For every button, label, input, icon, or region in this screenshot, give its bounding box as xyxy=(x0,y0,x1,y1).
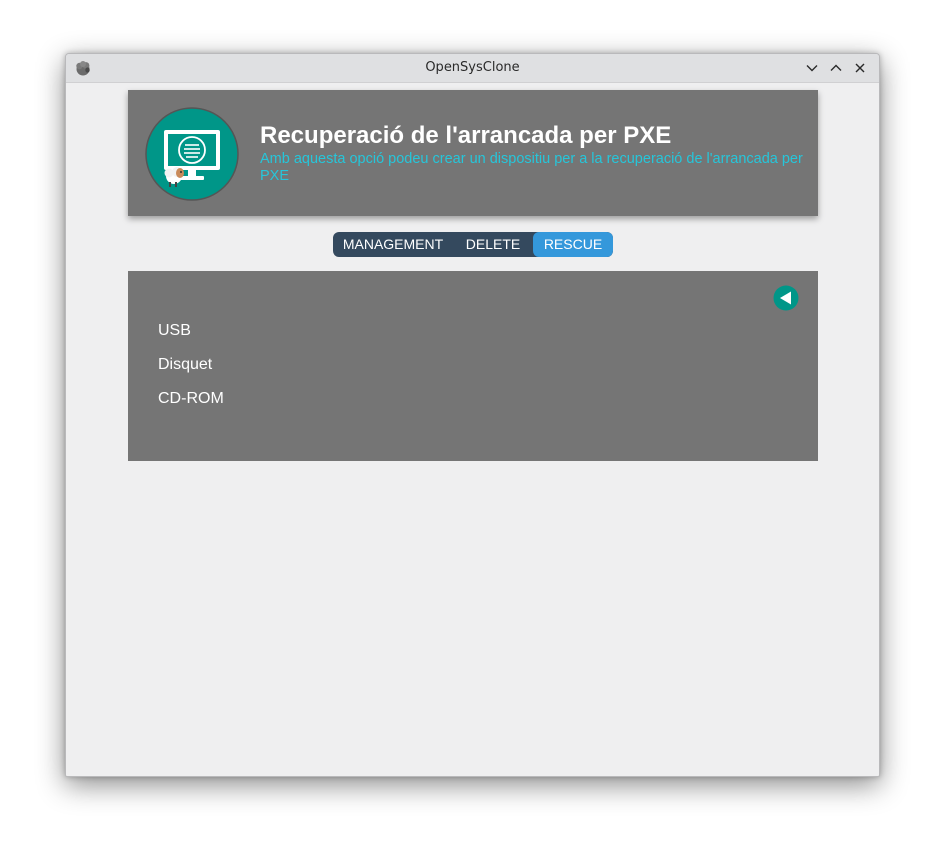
app-window: OpenSysClone Recuperació de l'arrancada … xyxy=(65,53,880,777)
chevron-down-icon[interactable] xyxy=(804,60,820,76)
page-title: Recuperació de l'arrancada per PXE xyxy=(260,122,672,149)
tab-rescue[interactable]: RESCUE xyxy=(533,232,613,257)
tab-management[interactable]: MANAGEMENT xyxy=(333,232,453,257)
close-icon[interactable] xyxy=(852,60,868,76)
rescue-option-usb[interactable]: USB xyxy=(158,322,191,340)
tab-delete[interactable]: DELETE xyxy=(453,232,533,257)
header-banner: Recuperació de l'arrancada per PXE Amb a… xyxy=(128,90,818,216)
page-subtitle: Amb aquesta opció podeu crear un disposi… xyxy=(260,151,803,184)
monitor-icon xyxy=(145,107,239,201)
chevron-up-icon[interactable] xyxy=(828,60,844,76)
rescue-panel: USB Disquet CD-ROM xyxy=(128,271,818,461)
main-content: Recuperació de l'arrancada per PXE Amb a… xyxy=(67,83,878,773)
section-tabs: MANAGEMENT DELETE RESCUE xyxy=(333,232,613,257)
title-bar[interactable]: OpenSysClone xyxy=(66,54,879,83)
back-arrow-icon[interactable] xyxy=(773,285,799,311)
rescue-option-floppy[interactable]: Disquet xyxy=(158,356,212,374)
window-title: OpenSysClone xyxy=(425,60,520,75)
rescue-option-cdrom[interactable]: CD-ROM xyxy=(158,390,224,408)
